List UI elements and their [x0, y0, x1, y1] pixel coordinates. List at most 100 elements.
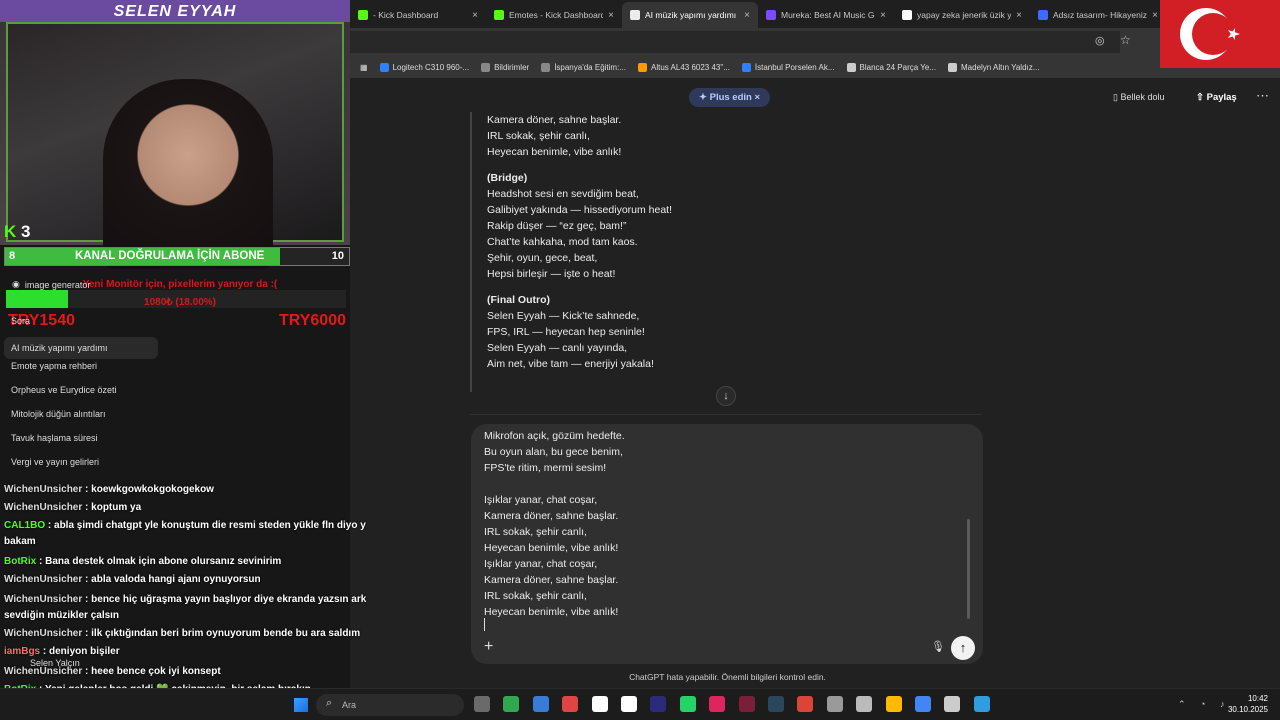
close-icon[interactable]: ×	[472, 10, 478, 21]
memory-label: Bellek dolu	[1120, 92, 1165, 102]
clock-date: 30.10.2025	[1227, 705, 1268, 714]
share-button[interactable]: ⇧ Paylaş	[1196, 92, 1237, 103]
taskbar-app-icon[interactable]	[885, 696, 902, 712]
composer-text[interactable]: Mikrofon açık, gözüm hedefte. Bu oyun ala…	[484, 428, 625, 620]
lyric-line: Headshot sesi en sevdiğim beat,	[487, 188, 639, 200]
bookmark-item[interactable]: Bildirimler	[481, 62, 529, 72]
eye-off-icon[interactable]: ◎	[1095, 34, 1105, 47]
address-bar[interactable]	[350, 31, 1120, 53]
taskbar-app-icon[interactable]	[679, 696, 696, 712]
taskbar-app-icon[interactable]	[474, 696, 490, 712]
taskbar-app-icon[interactable]	[973, 696, 990, 712]
taskbar-app-icon[interactable]	[797, 696, 814, 712]
chat-username: WichenUnsicher	[4, 484, 83, 495]
chat-text: Bana destek olmak için abone olursanız s…	[45, 556, 282, 567]
close-icon[interactable]: ×	[1152, 10, 1158, 21]
sidebar-history-item[interactable]: AI müzik yapımı yardımı	[4, 337, 158, 359]
donation-target: TRY6000	[279, 312, 346, 329]
more-options-icon[interactable]: ⋯	[1256, 88, 1269, 104]
composer-line: Heyecan benimle, vibe anlık!	[484, 606, 619, 618]
add-attachment-button[interactable]: +	[484, 638, 493, 656]
sidebar-history-item[interactable]: Emote yapma rehberi	[0, 361, 170, 371]
lyric-line: FPS, IRL — heyecan hep seninle!	[487, 326, 645, 338]
bookmark-item[interactable]: Logitech C310 960-...	[379, 62, 469, 72]
composer-line: Mikrofon açık, gözüm hedefte.	[484, 430, 625, 442]
star-icon[interactable]: ☆	[1120, 33, 1131, 47]
browser-tab[interactable]: AI müzik yapımı yardımı ×	[622, 2, 758, 28]
lyric-line: Galibiyet yakında — hissediyorum heat!	[487, 204, 673, 216]
chat-message: BotRix : Bana destek olmak için abone ol…	[4, 556, 281, 567]
bookmark-item[interactable]: Altus AL43 6023 43"...	[637, 62, 730, 72]
bridge-lines: Headshot sesi en sevdiğim beat, Galibiyet…	[487, 186, 980, 282]
chat-separator: :	[82, 574, 92, 585]
microphone-icon[interactable]: 🎙	[931, 640, 945, 653]
windows-start-icon[interactable]	[294, 698, 308, 712]
taskbar-app-icon[interactable]	[503, 696, 520, 712]
sidebar-history-item[interactable]: Mitolojik düğün alıntıları	[0, 409, 170, 419]
chat-message: bakam	[4, 536, 36, 547]
bookmark-label: Blanca 24 Parça Ye...	[859, 62, 937, 72]
chat-username: iamBgs	[4, 646, 41, 657]
plus-upgrade-button[interactable]: ✦ Plus edin ×	[689, 88, 771, 107]
chat-text: bence hiç uğraşma yayın başlıyor diye ek…	[91, 594, 367, 605]
taskbar-app-icon[interactable]	[709, 696, 726, 712]
divider	[470, 414, 982, 415]
donation-bar-fill	[6, 290, 68, 308]
lyric-line: Rakip düşer — “ez geç, bam!”	[487, 220, 627, 232]
clock[interactable]: 10:42 30.10.2025	[1228, 693, 1268, 715]
browser-tab[interactable]: Emotes - Kick Dashboard ×	[486, 2, 622, 28]
close-icon[interactable]: ×	[1016, 10, 1022, 21]
taskbar-app-icon[interactable]	[856, 696, 873, 712]
sidebar-history-item[interactable]: Vergi ve yayın gelirleri	[0, 457, 170, 467]
tab-favicon-icon	[494, 10, 504, 20]
taskbar-app-icon[interactable]	[738, 696, 755, 712]
browser-tab[interactable]: - Kick Dashboard ×	[350, 2, 486, 28]
taskbar-app-icon[interactable]	[562, 696, 579, 712]
outro-lines: Selen Eyyah — Kick’te sahnede, FPS, IRL —…	[487, 308, 980, 372]
bookmark-item[interactable]: Blanca 24 Parça Ye...	[846, 62, 937, 72]
globe-icon: ◉	[12, 279, 20, 289]
apps-icon[interactable]: ▦	[360, 63, 368, 72]
scroll-down-button[interactable]: ↓	[716, 386, 736, 406]
chat-text: bakam	[4, 536, 36, 547]
composer-scrollbar[interactable]	[967, 519, 970, 619]
bookmark-favicon-icon	[481, 62, 491, 72]
taskbar-app-icon[interactable]	[915, 696, 931, 712]
close-icon[interactable]: ×	[608, 10, 614, 21]
message-composer[interactable]: Mikrofon açık, gözüm hedefte. Bu oyun ala…	[471, 424, 983, 664]
close-icon[interactable]: ×	[744, 10, 750, 21]
close-icon[interactable]: ×	[880, 10, 886, 21]
sidebar-image-generator[interactable]: ◉ image generator	[12, 279, 90, 290]
taskbar-app-icon[interactable]	[944, 696, 961, 712]
taskbar-app-icon[interactable]	[532, 696, 549, 712]
taskbar-app-icon[interactable]	[621, 696, 637, 712]
taskbar-search[interactable]: Ara	[316, 694, 464, 716]
lyric-line: Şehir, oyun, gece, beat,	[487, 252, 598, 264]
taskbar-app-icon[interactable]	[826, 696, 843, 712]
taskbar-app-icon[interactable]	[768, 696, 784, 712]
bookmark-item[interactable]: Madelyn Altın Yaldız...	[948, 62, 1039, 72]
taskbar-app-icon[interactable]	[650, 696, 667, 712]
sidebar-history-item[interactable]: Tavuk haşlama süresi	[0, 433, 170, 443]
taskbar-app-icon[interactable]	[591, 696, 608, 712]
sidebar-item-sora[interactable]: Sora	[0, 316, 170, 326]
send-button[interactable]: ↑	[951, 636, 975, 660]
tab-favicon-icon	[902, 10, 912, 20]
bookmark-favicon-icon	[637, 62, 647, 72]
chat-separator: :	[82, 594, 92, 605]
bookmark-favicon-icon	[948, 62, 957, 72]
browser-tab[interactable]: yapay zeka jenerik üzik ya ×	[894, 2, 1030, 28]
plus-label: Plus edin	[709, 92, 752, 103]
browser-tab[interactable]: Adsız tasarım- Hikayeniz ×	[1030, 2, 1166, 28]
chat-text: koewkgowkokgokogekow	[91, 484, 214, 495]
bookmark-item[interactable]: İstanbul Porselen Ak...	[741, 62, 835, 72]
sidebar-history-item[interactable]: Orpheus ve Eurydice özeti	[0, 385, 170, 395]
bookmark-label: Altus AL43 6023 43"...	[650, 62, 730, 72]
chat-separator: :	[36, 556, 46, 567]
chat-message: WichenUnsicher : koewkgowkokgokogekow	[4, 484, 214, 495]
browser-tab[interactable]: Mureka: Best AI Music Ge ×	[758, 2, 894, 28]
system-tray[interactable]: ⌃ ◔ ♪	[1178, 699, 1230, 710]
bookmark-item[interactable]: İspanya'da Eğitim:...	[541, 62, 626, 72]
chat-text: abla şimdi chatgpt yle konuştum die resm…	[54, 520, 366, 531]
memory-full-button[interactable]: ▯ Bellek dolu	[1113, 92, 1164, 103]
